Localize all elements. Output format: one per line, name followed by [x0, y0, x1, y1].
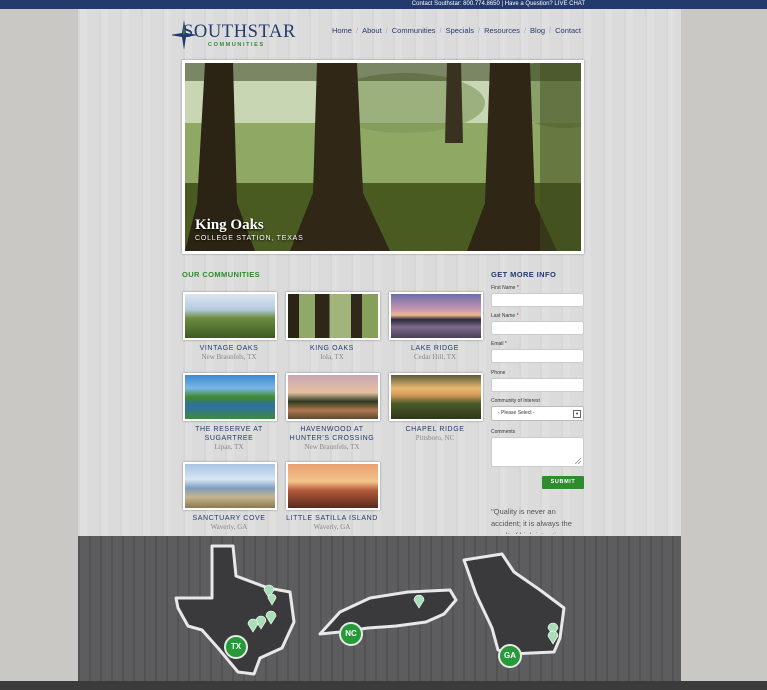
comments-textarea[interactable] [491, 437, 584, 467]
state-map-illustration [174, 544, 566, 676]
last-name-label: Last Name * [491, 313, 519, 319]
community-name[interactable]: HAVENWOOD AT HUNTER'S CROSSING [286, 425, 378, 443]
quote-text: "Quality is never an accident; it is alw… [491, 507, 572, 534]
community-card-lake-ridge[interactable]: LAKE RIDGE Cedar Hill, TX [389, 292, 483, 362]
nav-about[interactable]: About [358, 26, 386, 35]
community-of-interest-label: Community of Interest [491, 398, 540, 404]
brand-name[interactable]: SOUTHSTAR [183, 22, 296, 43]
state-badge-nc[interactable]: NC [339, 622, 363, 646]
community-location: New Braunfels, TX [304, 443, 360, 451]
phone-field[interactable] [491, 378, 584, 392]
community-location: Iola, TX [320, 353, 344, 361]
brand-tagline: COMMUNITIES [208, 42, 265, 48]
community-location: Waverly, GA [210, 523, 248, 531]
community-card-sanctuary-cove[interactable]: SANCTUARY COVE Waverly, GA [183, 462, 277, 532]
community-name[interactable]: CHAPEL RIDGE [389, 425, 481, 434]
community-card-reserve-at-sugartree[interactable]: THE RESERVE AT SUGARTREE Lipan, TX [183, 373, 277, 452]
dropdown-arrow-icon[interactable]: ▼ [573, 410, 581, 418]
nav-blog[interactable]: Blog [526, 26, 549, 35]
community-location: New Braunfels, TX [201, 353, 257, 361]
state-map-section: TX NC GA [78, 536, 681, 690]
nav-home[interactable]: Home [328, 26, 356, 35]
community-select[interactable]: - Please Select - ▼ [491, 406, 584, 421]
main-nav: Home / About / Communities / Specials / … [328, 26, 585, 35]
community-location: Cedar Hill, TX [413, 353, 457, 361]
community-card-king-oaks[interactable]: KING OAKS Iola, TX [286, 292, 380, 362]
comments-label: Comments [491, 429, 516, 435]
state-badge-ga[interactable]: GA [498, 644, 522, 668]
community-card-vintage-oaks[interactable]: VINTAGE OAKS New Braunfels, TX [183, 292, 277, 362]
community-card-havenwood[interactable]: HAVENWOOD AT HUNTER'S CROSSING New Braun… [286, 373, 380, 452]
community-card-chapel-ridge[interactable]: CHAPEL RIDGE Pittsboro, NC [389, 373, 483, 443]
hero-subtitle: COLLEGE STATION, TEXAS [195, 235, 304, 242]
submit-button[interactable]: SUBMIT [542, 476, 584, 489]
top-contact-text[interactable]: Contact Southstar: 800.774.8650 | Have a… [412, 0, 585, 9]
community-name[interactable]: LITTLE SATILLA ISLAND [286, 514, 378, 523]
community-thumbnail[interactable] [183, 462, 277, 510]
hero-title: King Oaks [195, 217, 264, 233]
community-select-value: - Please Select - [498, 410, 535, 416]
community-thumbnail[interactable] [389, 292, 483, 340]
last-name-field[interactable] [491, 321, 584, 335]
form-heading: GET MORE INFO [491, 270, 557, 279]
community-card-little-satilla-island[interactable]: LITTLE SATILLA ISLAND Waverly, GA [286, 462, 380, 532]
top-contact-bar: Contact Southstar: 800.774.8650 | Have a… [0, 0, 767, 9]
community-thumbnail[interactable] [286, 373, 380, 421]
resize-handle-icon[interactable] [575, 458, 581, 464]
first-name-field[interactable] [491, 293, 584, 307]
email-field[interactable] [491, 349, 584, 363]
hero-banner[interactable]: King Oaks COLLEGE STATION, TEXAS [182, 60, 584, 254]
georgia-map-icon[interactable] [462, 552, 566, 656]
footer-strip [0, 681, 767, 690]
state-badge-tx[interactable]: TX [224, 635, 248, 659]
community-thumbnail[interactable] [183, 292, 277, 340]
first-name-label: First Name * [491, 285, 519, 291]
community-name[interactable]: THE RESERVE AT SUGARTREE [183, 425, 275, 443]
phone-label: Phone [491, 370, 506, 376]
communities-heading: OUR COMMUNITIES [182, 270, 261, 279]
community-name[interactable]: LAKE RIDGE [389, 344, 481, 353]
community-name[interactable]: SANCTUARY COVE [183, 514, 275, 523]
community-thumbnail[interactable] [286, 462, 380, 510]
nav-resources[interactable]: Resources [480, 26, 524, 35]
community-thumbnail[interactable] [389, 373, 483, 421]
nav-communities[interactable]: Communities [388, 26, 440, 35]
community-location: Waverly, GA [313, 523, 351, 531]
community-location: Pittsboro, NC [415, 434, 455, 442]
community-thumbnail[interactable] [183, 373, 277, 421]
community-name[interactable]: VINTAGE OAKS [183, 344, 275, 353]
email-label: Email * [491, 341, 507, 347]
community-thumbnail[interactable] [286, 292, 380, 340]
nav-contact[interactable]: Contact [551, 26, 585, 35]
nav-specials[interactable]: Specials [442, 26, 478, 35]
community-name[interactable]: KING OAKS [286, 344, 378, 353]
community-location: Lipan, TX [214, 443, 244, 451]
